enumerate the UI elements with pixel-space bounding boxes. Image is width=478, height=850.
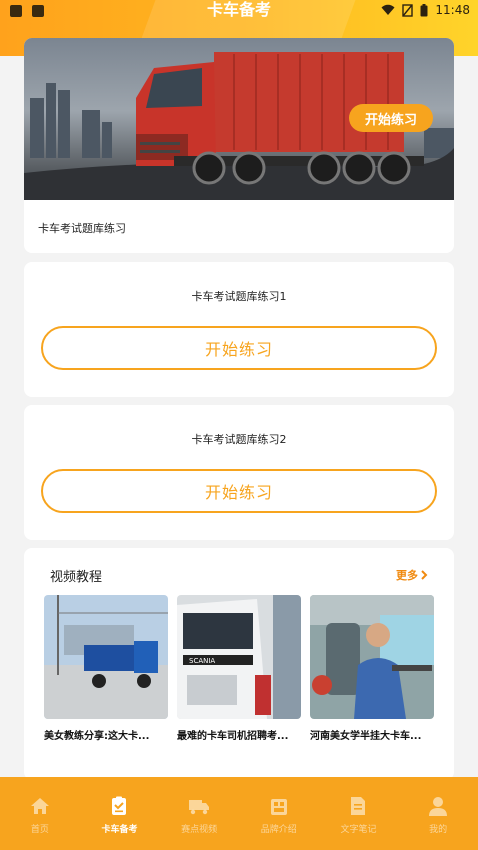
svg-text:SCANIA: SCANIA bbox=[189, 657, 215, 665]
video-thumbnail-1[interactable] bbox=[44, 595, 168, 719]
video-caption-1[interactable]: 美女教练分享:这大卡... bbox=[44, 727, 168, 742]
start-practice-button-1[interactable]: 开始练习 bbox=[41, 326, 437, 370]
tab-notes[interactable]: 文字笔记 bbox=[328, 795, 388, 835]
tab-label: 我的 bbox=[429, 825, 448, 835]
start-practice-button-2[interactable]: 开始练习 bbox=[41, 469, 437, 513]
truck-icon bbox=[189, 800, 210, 815]
video-tutorials-card: 视频教程 更多 SCANIA 美女教练分享:这大卡... 最难的卡车司机招聘考.… bbox=[24, 548, 454, 780]
tab-label: 赛点视频 bbox=[181, 825, 218, 835]
tab-videos[interactable]: 赛点视频 bbox=[169, 795, 229, 835]
tab-brands[interactable]: 品牌介绍 bbox=[249, 795, 309, 835]
video-section-heading: 视频教程 bbox=[50, 570, 103, 585]
practice-title: 卡车考试题库练习2 bbox=[191, 433, 287, 446]
tab-label: 首页 bbox=[30, 825, 49, 835]
hero-card[interactable]: 开始练习 卡车考试题库练习 bbox=[24, 38, 454, 253]
tab-home[interactable]: 首页 bbox=[10, 795, 70, 835]
page-title: 卡车备考 bbox=[206, 0, 271, 19]
checklist-icon bbox=[112, 796, 127, 815]
building-icon bbox=[270, 799, 287, 815]
video-caption-3[interactable]: 河南美女学半挂大卡车... bbox=[310, 727, 434, 742]
tab-label: 卡车备考 bbox=[101, 825, 138, 835]
user-icon bbox=[429, 797, 448, 816]
practice-title: 卡车考试题库练习1 bbox=[191, 290, 287, 303]
hero-start-practice-button[interactable]: 开始练习 bbox=[349, 104, 433, 132]
more-label: 更多 bbox=[396, 569, 418, 582]
tab-truck-exam[interactable]: 卡车备考 bbox=[89, 795, 149, 835]
chevron-right-icon bbox=[421, 570, 428, 580]
tab-profile[interactable]: 我的 bbox=[408, 795, 468, 835]
hero-caption: 卡车考试题库练习 bbox=[38, 222, 126, 235]
note-icon bbox=[351, 797, 366, 815]
bottom-tab-bar: 首页 卡车备考 赛点视频 品牌介绍 文字笔记 我的 bbox=[0, 777, 478, 850]
tab-label: 品牌介绍 bbox=[260, 825, 297, 835]
home-icon bbox=[30, 798, 49, 814]
video-thumbnail-2[interactable]: SCANIA bbox=[177, 595, 301, 719]
video-caption-2[interactable]: 最难的卡车司机招聘考... bbox=[177, 727, 301, 742]
practice-card-2: 卡车考试题库练习2 开始练习 bbox=[24, 405, 454, 540]
tab-label: 文字笔记 bbox=[340, 825, 377, 835]
more-videos-link[interactable]: 更多 bbox=[396, 567, 428, 583]
video-thumbnail-3[interactable] bbox=[310, 595, 434, 719]
practice-card-1: 卡车考试题库练习1 开始练习 bbox=[24, 262, 454, 397]
